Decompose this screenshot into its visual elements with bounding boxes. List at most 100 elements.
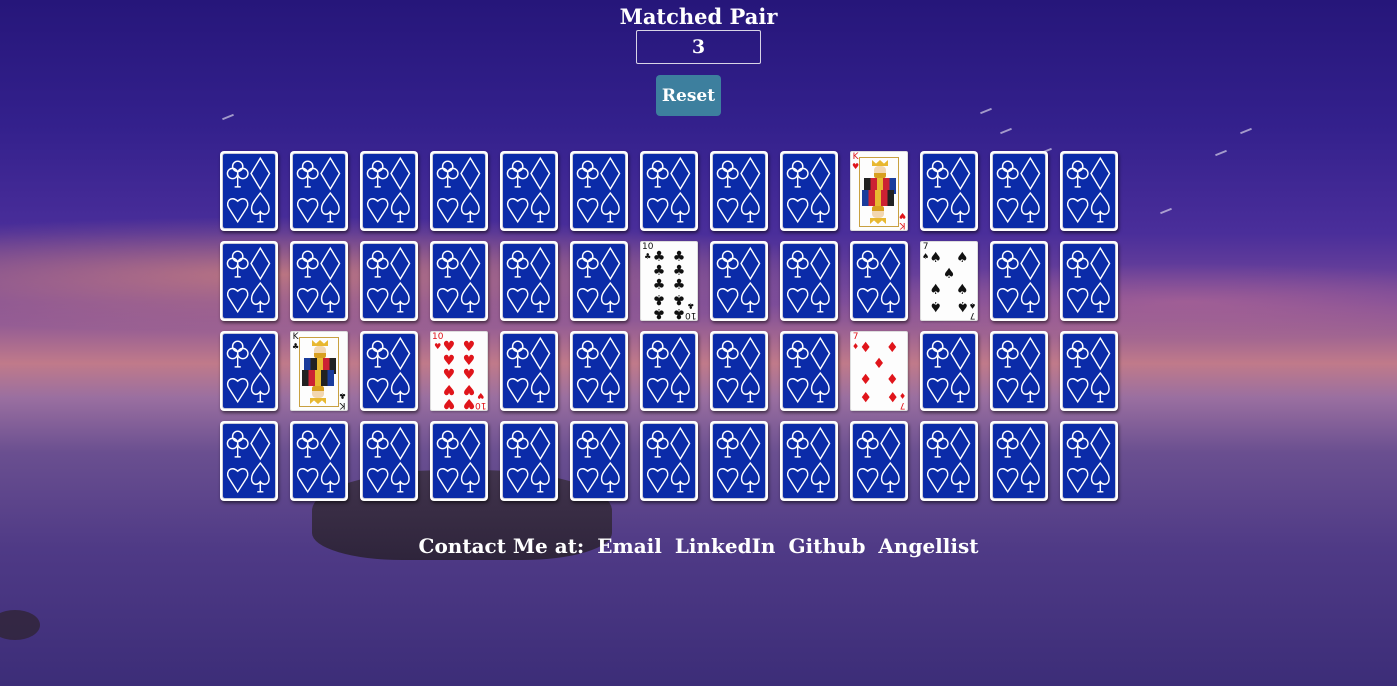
card-facedown[interactable] <box>290 421 348 501</box>
card-faceup[interactable]: K ♥ K ♥ <box>850 151 908 231</box>
angellist-link[interactable]: Angellist <box>878 534 978 558</box>
contact-prefix: Contact Me at: <box>418 534 585 558</box>
card-pips: ♦ ♦ ♦ ♦ ♦ ♦ ♦ <box>859 340 899 404</box>
card-facedown[interactable] <box>780 151 838 231</box>
card-facedown[interactable] <box>1060 241 1118 321</box>
card-facedown[interactable] <box>220 241 278 321</box>
card-facedown[interactable] <box>990 151 1048 231</box>
card-back-suits-icon <box>222 243 276 319</box>
card-corner: K ♥ <box>899 211 906 230</box>
card-facedown[interactable] <box>220 421 278 501</box>
card-facedown[interactable] <box>710 241 768 321</box>
card-pips: ♠ ♠ ♠ ♠ ♠ ♠ ♠ <box>929 250 969 314</box>
spades-suit-icon: ♠ <box>968 301 976 310</box>
card-facedown[interactable] <box>920 151 978 231</box>
card-back-suits-icon <box>782 333 836 409</box>
card-facedown[interactable] <box>430 241 488 321</box>
card-facedown[interactable] <box>990 421 1048 501</box>
card-back-suits-icon <box>572 333 626 409</box>
card-facedown[interactable] <box>570 331 628 411</box>
card-back-suits-icon <box>502 243 556 319</box>
score-panel: Matched Pair 3 <box>0 0 1397 64</box>
card-back-suits-icon <box>642 423 696 499</box>
card-facedown[interactable] <box>220 331 278 411</box>
card-pips: ♥ ♥ ♥ ♥ ♥ ♥ ♥ ♥ ♥ ♥ <box>442 339 476 411</box>
card-facedown[interactable] <box>780 241 838 321</box>
card-back-suits-icon <box>782 153 836 229</box>
card-facedown[interactable] <box>500 241 558 321</box>
card-facedown[interactable] <box>780 421 838 501</box>
card-facedown[interactable] <box>1060 331 1118 411</box>
card-facedown[interactable] <box>360 151 418 231</box>
card-faceup[interactable]: 10 ♥ 10 ♥ ♥ ♥ ♥ ♥ ♥ ♥ ♥ ♥ ♥ ♥ <box>430 331 488 411</box>
card-back-suits-icon <box>852 243 906 319</box>
card-back-suits-icon <box>1062 243 1116 319</box>
email-link[interactable]: Email <box>597 534 662 558</box>
card-back-suits-icon <box>992 243 1046 319</box>
card-facedown[interactable] <box>640 421 698 501</box>
card-facedown[interactable] <box>920 331 978 411</box>
card-facedown[interactable] <box>780 331 838 411</box>
card-facedown[interactable] <box>850 421 908 501</box>
card-back-suits-icon <box>782 423 836 499</box>
card-rank: K <box>852 152 859 162</box>
card-faceup[interactable]: 7 ♠ 7 ♠ ♠ ♠ ♠ ♠ ♠ ♠ ♠ <box>920 241 978 321</box>
card-back-suits-icon <box>572 243 626 319</box>
card-back-suits-icon <box>362 333 416 409</box>
card-facedown[interactable] <box>500 421 558 501</box>
card-back-suits-icon <box>432 153 486 229</box>
card-facedown[interactable] <box>290 151 348 231</box>
reset-button[interactable]: Reset <box>656 75 721 116</box>
card-facedown[interactable] <box>850 241 908 321</box>
card-back-suits-icon <box>502 333 556 409</box>
card-back-suits-icon <box>782 243 836 319</box>
card-facedown[interactable] <box>640 331 698 411</box>
score-label: Matched Pair <box>619 4 778 29</box>
card-faceup[interactable]: K ♣ K ♣ <box>290 331 348 411</box>
card-back-suits-icon <box>502 153 556 229</box>
card-back-suits-icon <box>362 153 416 229</box>
card-facedown[interactable] <box>990 331 1048 411</box>
card-corner: 7 ♠ <box>968 301 976 320</box>
card-faceup[interactable]: 10 ♣ 10 ♣ ♣ ♣ ♣ ♣ ♣ ♣ ♣ ♣ ♣ ♣ <box>640 241 698 321</box>
card-board: K ♥ K ♥ 10 ♣ 10 ♣ ♣ ♣ ♣ ♣ ♣ ♣ ♣ ♣ ♣ ♣ 7 ♠ 7 ♠ ♠ ♠ ♠ ♠ ♠ ♠ ♠ K ♣ K ♣ 10 ♥ 10… <box>220 151 1120 501</box>
card-back-suits-icon <box>712 333 766 409</box>
card-back-suits-icon <box>572 153 626 229</box>
card-facedown[interactable] <box>570 421 628 501</box>
card-facedown[interactable] <box>500 151 558 231</box>
card-facedown[interactable] <box>1060 151 1118 231</box>
card-faceup[interactable]: 7 ♦ 7 ♦ ♦ ♦ ♦ ♦ ♦ ♦ ♦ <box>850 331 908 411</box>
card-facedown[interactable] <box>360 241 418 321</box>
linkedin-link[interactable]: LinkedIn <box>675 534 776 558</box>
card-facedown[interactable] <box>990 241 1048 321</box>
card-rank: 7 <box>969 310 976 320</box>
card-corner: 7 ♦ <box>899 391 906 410</box>
card-facedown[interactable] <box>430 151 488 231</box>
card-back-suits-icon <box>362 423 416 499</box>
card-facedown[interactable] <box>220 151 278 231</box>
card-back-suits-icon <box>222 333 276 409</box>
card-back-suits-icon <box>922 153 976 229</box>
card-facedown[interactable] <box>360 421 418 501</box>
card-back-suits-icon <box>572 423 626 499</box>
card-facedown[interactable] <box>430 421 488 501</box>
card-facedown[interactable] <box>710 421 768 501</box>
card-facedown[interactable] <box>920 421 978 501</box>
card-back-suits-icon <box>222 423 276 499</box>
card-facedown[interactable] <box>290 241 348 321</box>
card-facedown[interactable] <box>500 331 558 411</box>
card-back-suits-icon <box>852 423 906 499</box>
card-rank: K <box>292 332 299 342</box>
card-facedown[interactable] <box>1060 421 1118 501</box>
card-rank: 7 <box>852 332 859 342</box>
github-link[interactable]: Github <box>788 534 865 558</box>
card-back-suits-icon <box>642 333 696 409</box>
card-facedown[interactable] <box>710 331 768 411</box>
card-facedown[interactable] <box>640 151 698 231</box>
card-facedown[interactable] <box>570 241 628 321</box>
card-back-suits-icon <box>712 153 766 229</box>
card-facedown[interactable] <box>570 151 628 231</box>
card-facedown[interactable] <box>360 331 418 411</box>
card-facedown[interactable] <box>710 151 768 231</box>
card-rank: 7 <box>922 242 929 252</box>
